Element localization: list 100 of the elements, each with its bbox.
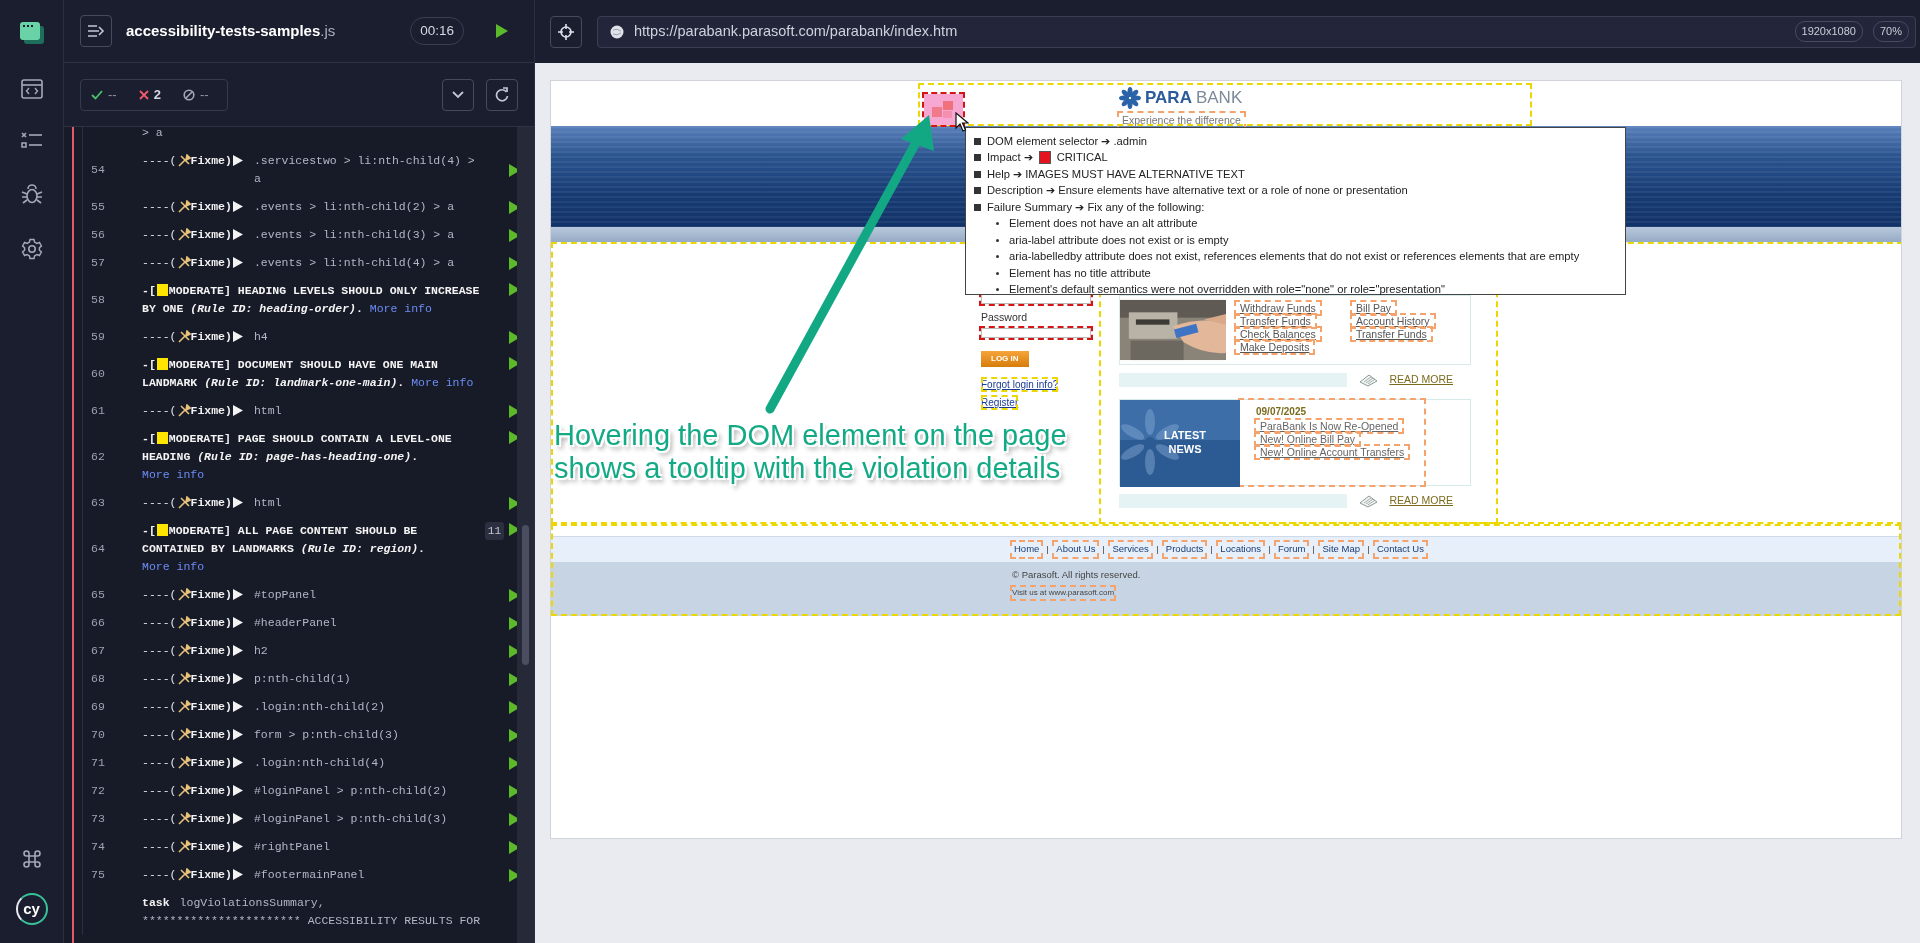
- log-selector: #headerPanel: [253, 615, 338, 631]
- more-info-link[interactable]: More info: [142, 468, 205, 481]
- line-number: 55: [91, 199, 106, 215]
- log-tag: Fixme): [190, 152, 232, 170]
- log-selector: html: [253, 403, 283, 419]
- wrench-icon: [176, 496, 191, 509]
- wrench-icon: [176, 588, 191, 601]
- bullet-icon: [996, 255, 999, 259]
- tooltip-text: Failure Summary ➔ Fix any of the following:: [987, 199, 1205, 215]
- triangle-icon: [231, 672, 244, 685]
- service-link[interactable]: Account History: [1352, 315, 1434, 327]
- annotation-caption: Hovering the DOM element on the page shows a tooltip with the violation details: [554, 419, 1067, 485]
- line-number: 71: [91, 755, 106, 771]
- footer-link[interactable]: Products: [1163, 542, 1206, 557]
- service-link[interactable]: Check Balances: [1236, 328, 1320, 340]
- service-link[interactable]: Make Deposits: [1236, 341, 1314, 353]
- news-image-title: LATEST NEWS: [1163, 428, 1207, 456]
- line-number: 60: [91, 366, 106, 382]
- footer-link[interactable]: About Us: [1054, 542, 1098, 557]
- task-output: *********************** ACCESSIBILITY RESULTS FOR: [142, 914, 481, 927]
- bug-icon[interactable]: [20, 183, 43, 205]
- settings-icon[interactable]: [20, 238, 43, 260]
- line-number: 65: [91, 587, 106, 603]
- triangle-icon: [231, 840, 244, 853]
- crosshair-icon: [558, 23, 574, 40]
- footer-link[interactable]: Contact Us: [1375, 542, 1426, 557]
- viewport-size-badge: 1920x1080: [1794, 21, 1863, 42]
- line-number: 68: [91, 671, 106, 687]
- wrench-icon: [176, 700, 191, 713]
- footer-link[interactable]: Home: [1012, 542, 1042, 557]
- more-info-link[interactable]: More info: [369, 302, 432, 315]
- log-selector: #loginPanel > p:nth-child(2): [253, 783, 449, 799]
- service-link[interactable]: Transfer Funds: [1236, 315, 1315, 327]
- service-link[interactable]: Transfer Funds: [1352, 328, 1431, 340]
- command-key-icon[interactable]: [22, 850, 41, 868]
- news-link[interactable]: New! Online Bill Pay: [1256, 433, 1360, 445]
- refresh-icon: [495, 87, 509, 102]
- line-number: 66: [91, 615, 106, 631]
- password-field[interactable]: [981, 327, 1091, 338]
- app-logo-icon: [18, 20, 45, 46]
- log-selector: > a: [142, 127, 164, 141]
- failed-count: 2: [153, 85, 161, 104]
- url-field[interactable]: https://parabank.parasoft.com/parabank/index.htm 1920x1080 70%: [597, 15, 1916, 48]
- wrench-icon: [176, 644, 191, 657]
- wrench-icon: [176, 812, 191, 825]
- bullet-icon: [974, 170, 981, 178]
- log-selector: #footermainPanel: [253, 867, 366, 883]
- line-number: 72: [91, 783, 106, 799]
- copyright-text: © Parasoft. All rights reserved.: [1012, 568, 1142, 582]
- news-link[interactable]: ParaBank Is Now Re-Opened: [1256, 420, 1403, 432]
- selector-playground-button[interactable]: [550, 15, 582, 48]
- pending-count: --: [199, 85, 209, 104]
- login-link[interactable]: Forgot login info?: [981, 376, 1059, 392]
- bullet-icon: [996, 271, 999, 275]
- spec-file-name: accessibility-tests-samples.js: [126, 20, 336, 41]
- login-link[interactable]: Register: [981, 394, 1019, 410]
- browser-code-icon[interactable]: [20, 79, 43, 99]
- log-tag: Fixme): [190, 198, 232, 216]
- triangle-icon: [231, 404, 244, 417]
- footer-link[interactable]: Locations: [1218, 542, 1264, 557]
- service-link[interactable]: Withdraw Funds: [1236, 302, 1320, 314]
- log-selector: #loginPanel > p:nth-child(3): [253, 811, 449, 827]
- service-link[interactable]: Bill Pay: [1352, 302, 1395, 314]
- tooltip-text: Help ➔ IMAGES MUST HAVE ALTERNATIVE TEXT: [987, 166, 1245, 182]
- toggle-panel-button[interactable]: [80, 15, 112, 47]
- log-tag: Fixme): [190, 254, 232, 272]
- footer-link[interactable]: Services: [1110, 542, 1151, 557]
- scrollbar[interactable]: [517, 127, 534, 943]
- visit-link[interactable]: Visit us at www.parasoft.com: [1012, 587, 1115, 600]
- test-list-icon[interactable]: [20, 132, 43, 150]
- wrench-icon: [176, 840, 191, 853]
- news-date: 09/07/2025: [1256, 405, 1307, 419]
- failure-text: Element's default semantics were not overridden with role="none" or role="presentation": [1009, 282, 1445, 298]
- log-dashes: ----(: [142, 699, 177, 715]
- news-link[interactable]: New! Online Account Transfers: [1256, 446, 1409, 458]
- log-selector: html: [253, 495, 283, 511]
- wrench-icon: [176, 616, 191, 629]
- line-number: 73: [91, 811, 106, 827]
- footer-link[interactable]: Site Map: [1320, 542, 1362, 557]
- log-tag: Fixme): [190, 226, 232, 244]
- triangle-icon: [231, 228, 244, 241]
- scrollbar-thumb[interactable]: [522, 525, 529, 665]
- tiles-icon: [930, 99, 956, 119]
- cypress-logo[interactable]: cy: [15, 893, 48, 925]
- more-info-link[interactable]: More info: [411, 376, 474, 389]
- line-number: 69: [91, 699, 106, 715]
- footer-link[interactable]: Forum: [1276, 542, 1308, 557]
- log-dashes: ----(: [142, 615, 177, 631]
- brand-logo[interactable]: PARA BANK: [1119, 85, 1244, 111]
- violation-message: -[ MODERATE] HEADING LEVELS SHOULD ONLY INCREASE BY ONE (Rule ID: heading-order). More info: [142, 283, 481, 317]
- line-number: 62: [91, 449, 106, 465]
- expand-button[interactable]: [442, 78, 474, 111]
- more-info-link[interactable]: More info: [142, 560, 205, 573]
- wrench-icon: [176, 868, 191, 881]
- username-field[interactable]: [981, 294, 1091, 304]
- task-name: logViolationsSummary,: [179, 896, 325, 909]
- log-dashes: ----(: [142, 839, 177, 855]
- check-icon: [91, 89, 103, 100]
- log-selector: #topPanel: [253, 587, 318, 603]
- rerun-button[interactable]: [486, 78, 518, 111]
